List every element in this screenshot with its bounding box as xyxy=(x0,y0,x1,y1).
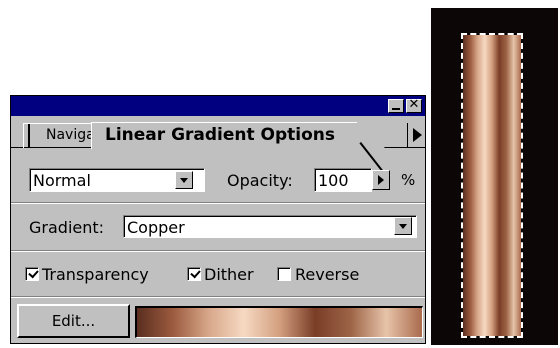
gradient-label: Gradient: xyxy=(29,218,105,237)
palette-tab-row: Navigator Linear Gradient Options xyxy=(11,116,425,173)
gradient-dropdown-button[interactable] xyxy=(394,217,412,235)
close-icon: ✕ xyxy=(408,97,420,112)
opacity-input[interactable]: 100 xyxy=(314,168,372,192)
reverse-checkbox[interactable] xyxy=(277,267,291,281)
minimize-button[interactable] xyxy=(388,99,404,113)
gradient-select[interactable]: Copper xyxy=(123,215,417,238)
chevron-down-icon xyxy=(176,172,177,173)
palette-menu-button[interactable] xyxy=(407,123,425,147)
chevron-down-icon xyxy=(395,218,396,219)
divider xyxy=(11,297,425,298)
dither-label: Dither xyxy=(204,265,254,284)
gradient-options-palette: ✕ Navigator Linear Gradient Options Norm… xyxy=(10,95,426,344)
opacity-label: Opacity: xyxy=(227,171,293,190)
gradient-preview-bar xyxy=(135,306,423,338)
selection-marquee[interactable] xyxy=(461,33,523,338)
transparency-label: Transparency xyxy=(42,265,149,284)
dither-checkbox[interactable] xyxy=(187,267,201,281)
reverse-label: Reverse xyxy=(295,265,360,284)
transparency-checkbox[interactable] xyxy=(25,267,39,281)
opacity-slider-button[interactable] xyxy=(372,170,390,190)
divider xyxy=(11,203,425,204)
triangle-right-icon xyxy=(408,123,409,124)
document-canvas[interactable] xyxy=(431,8,558,345)
gradient-value: Copper xyxy=(127,218,185,237)
check-icon xyxy=(190,267,201,279)
blend-mode-dropdown-button[interactable] xyxy=(175,171,193,189)
tab-linear-gradient-options[interactable]: Linear Gradient Options xyxy=(91,122,386,149)
divider xyxy=(11,251,425,252)
palette-titlebar[interactable]: ✕ xyxy=(11,96,425,116)
close-button[interactable]: ✕ xyxy=(406,97,422,113)
opacity-unit: % xyxy=(401,171,416,189)
blend-mode-value: Normal xyxy=(33,171,91,190)
check-icon xyxy=(28,267,39,279)
minimize-icon xyxy=(392,108,400,110)
edit-gradient-button[interactable]: Edit... xyxy=(17,304,130,338)
blend-mode-select[interactable]: Normal xyxy=(29,168,205,192)
triangle-right-icon xyxy=(373,171,374,172)
